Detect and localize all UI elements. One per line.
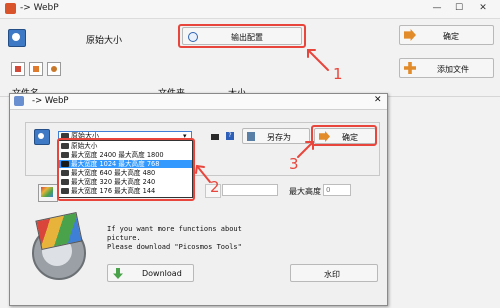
annotation-arrows	[195, 49, 329, 183]
annotation-1: 1	[333, 65, 343, 83]
arrow-2	[196, 165, 211, 183]
annotation-2: 2	[210, 178, 220, 196]
annotation-3: 3	[289, 155, 299, 173]
arrow-1	[307, 49, 329, 71]
arrow-3	[297, 141, 314, 158]
